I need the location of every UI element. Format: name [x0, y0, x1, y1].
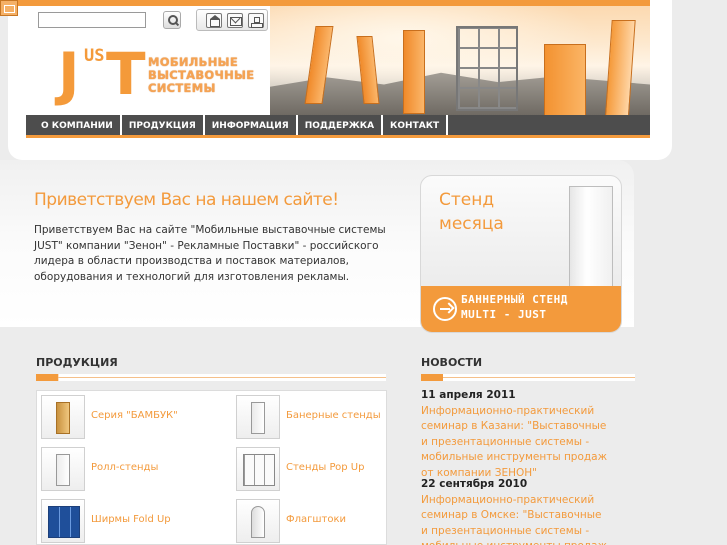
promo-footer[interactable]: БАННЕРНЫЙ СТЕНД MULTI - JUST — [421, 286, 621, 332]
logo-letters-us: US — [84, 46, 105, 66]
products-grid: Серия "БАМБУК" Банерные стенды Ролл-стен… — [36, 390, 387, 545]
banner-popup-frame — [456, 26, 518, 111]
welcome-text: Приветствуем Вас на сайте "Мобильные выс… — [34, 224, 386, 283]
home-icon[interactable] — [206, 13, 222, 28]
product-thumb[interactable] — [236, 395, 280, 439]
news-link[interactable]: Информационно-практический семинар в Каз… — [421, 405, 607, 479]
promo-title: Стенд месяца — [439, 188, 519, 236]
welcome-title: Приветствуем Вас на нашем сайте! — [34, 190, 339, 210]
product-label[interactable]: Ролл-стенды — [91, 462, 158, 473]
product-label[interactable]: Банерные стенды — [286, 410, 381, 421]
product-item-foldup[interactable]: Ширмы Fold Up — [37, 495, 212, 545]
product-thumb[interactable] — [236, 499, 280, 543]
news-date: 11 апреля 2011 — [421, 389, 516, 401]
sitemap-icon[interactable] — [248, 13, 264, 28]
product-label[interactable]: Ширмы Fold Up — [91, 514, 171, 525]
news-item[interactable]: 22 сентября 2010 Информационно-практичес… — [421, 477, 611, 545]
main-nav: О КОМПАНИИ ПРОДУКЦИЯ ИНФОРМАЦИЯ ПОДДЕРЖК… — [26, 115, 650, 138]
product-item-bamboo[interactable]: Серия "БАМБУК" — [37, 391, 212, 443]
promo-caption-line: MULTI - JUST — [461, 308, 547, 321]
logo-letter-t: T — [106, 40, 146, 108]
promo-caption[interactable]: БАННЕРНЫЙ СТЕНД MULTI - JUST — [461, 292, 591, 322]
banner-podium — [544, 44, 586, 115]
arrow-right-icon[interactable] — [433, 297, 457, 321]
news-heading: НОВОСТИ — [421, 356, 483, 369]
logo-letter-j: J — [58, 40, 80, 108]
search-button[interactable] — [163, 11, 181, 29]
product-label[interactable]: Серия "БАМБУК" — [91, 410, 178, 421]
tagline-line: СИСТЕМЫ — [148, 81, 216, 95]
stand-of-month-promo[interactable]: Стенд месяца БАННЕРНЫЙ СТЕНД MULTI - JUS… — [420, 175, 622, 333]
window-corner-icon[interactable] — [0, 0, 18, 16]
products-heading-bar — [36, 374, 386, 381]
mail-icon[interactable] — [227, 13, 243, 28]
product-thumb[interactable] — [236, 447, 280, 491]
rollup-stand-icon — [56, 454, 70, 486]
product-thumb[interactable] — [41, 395, 85, 439]
brand-tagline: МОБИЛЬНЫЕ ВЫСТАВОЧНЫЕ СИСТЕМЫ — [148, 56, 268, 95]
flagpole-icon — [251, 506, 265, 538]
promo-title-line: месяца — [439, 214, 504, 234]
popup-stand-icon — [243, 454, 275, 486]
product-label[interactable]: Флагштоки — [286, 514, 346, 525]
search-input[interactable] — [38, 12, 146, 28]
news-item[interactable]: 11 апреля 2011 Информационно-практически… — [421, 388, 611, 481]
product-item-rollup[interactable]: Ролл-стенды — [37, 443, 212, 495]
products-heading: ПРОДУКЦИЯ — [36, 356, 118, 369]
header-tool-icons — [196, 9, 268, 31]
product-item-flagpoles[interactable]: Флагштоки — [232, 495, 407, 545]
header-banner-image — [270, 6, 650, 115]
just-logo[interactable]: J US T — [58, 40, 146, 108]
promo-caption-line: БАННЕРНЫЙ СТЕНД — [461, 293, 568, 306]
product-item-popup[interactable]: Стенды Pop Up — [232, 443, 407, 495]
news-heading-bar — [421, 374, 635, 381]
product-thumb[interactable] — [41, 499, 85, 543]
foldup-screen-icon — [48, 506, 80, 538]
site-header: J US T МОБИЛЬНЫЕ ВЫСТАВОЧНЫЕ СИСТЕМЫ О К… — [0, 0, 727, 160]
promo-title-line: Стенд — [439, 190, 495, 210]
news-date: 22 сентября 2010 — [421, 478, 528, 490]
banner-stand-icon — [251, 402, 265, 434]
bamboo-stand-icon — [56, 402, 70, 434]
banner-x-stand — [403, 30, 425, 114]
product-label[interactable]: Стенды Pop Up — [286, 462, 364, 473]
nav-accent-strip — [26, 135, 650, 138]
product-thumb[interactable] — [41, 447, 85, 491]
news-link[interactable]: Информационно-практический семинар в Омс… — [421, 494, 607, 545]
product-item-banner-stands[interactable]: Банерные стенды — [232, 391, 407, 443]
